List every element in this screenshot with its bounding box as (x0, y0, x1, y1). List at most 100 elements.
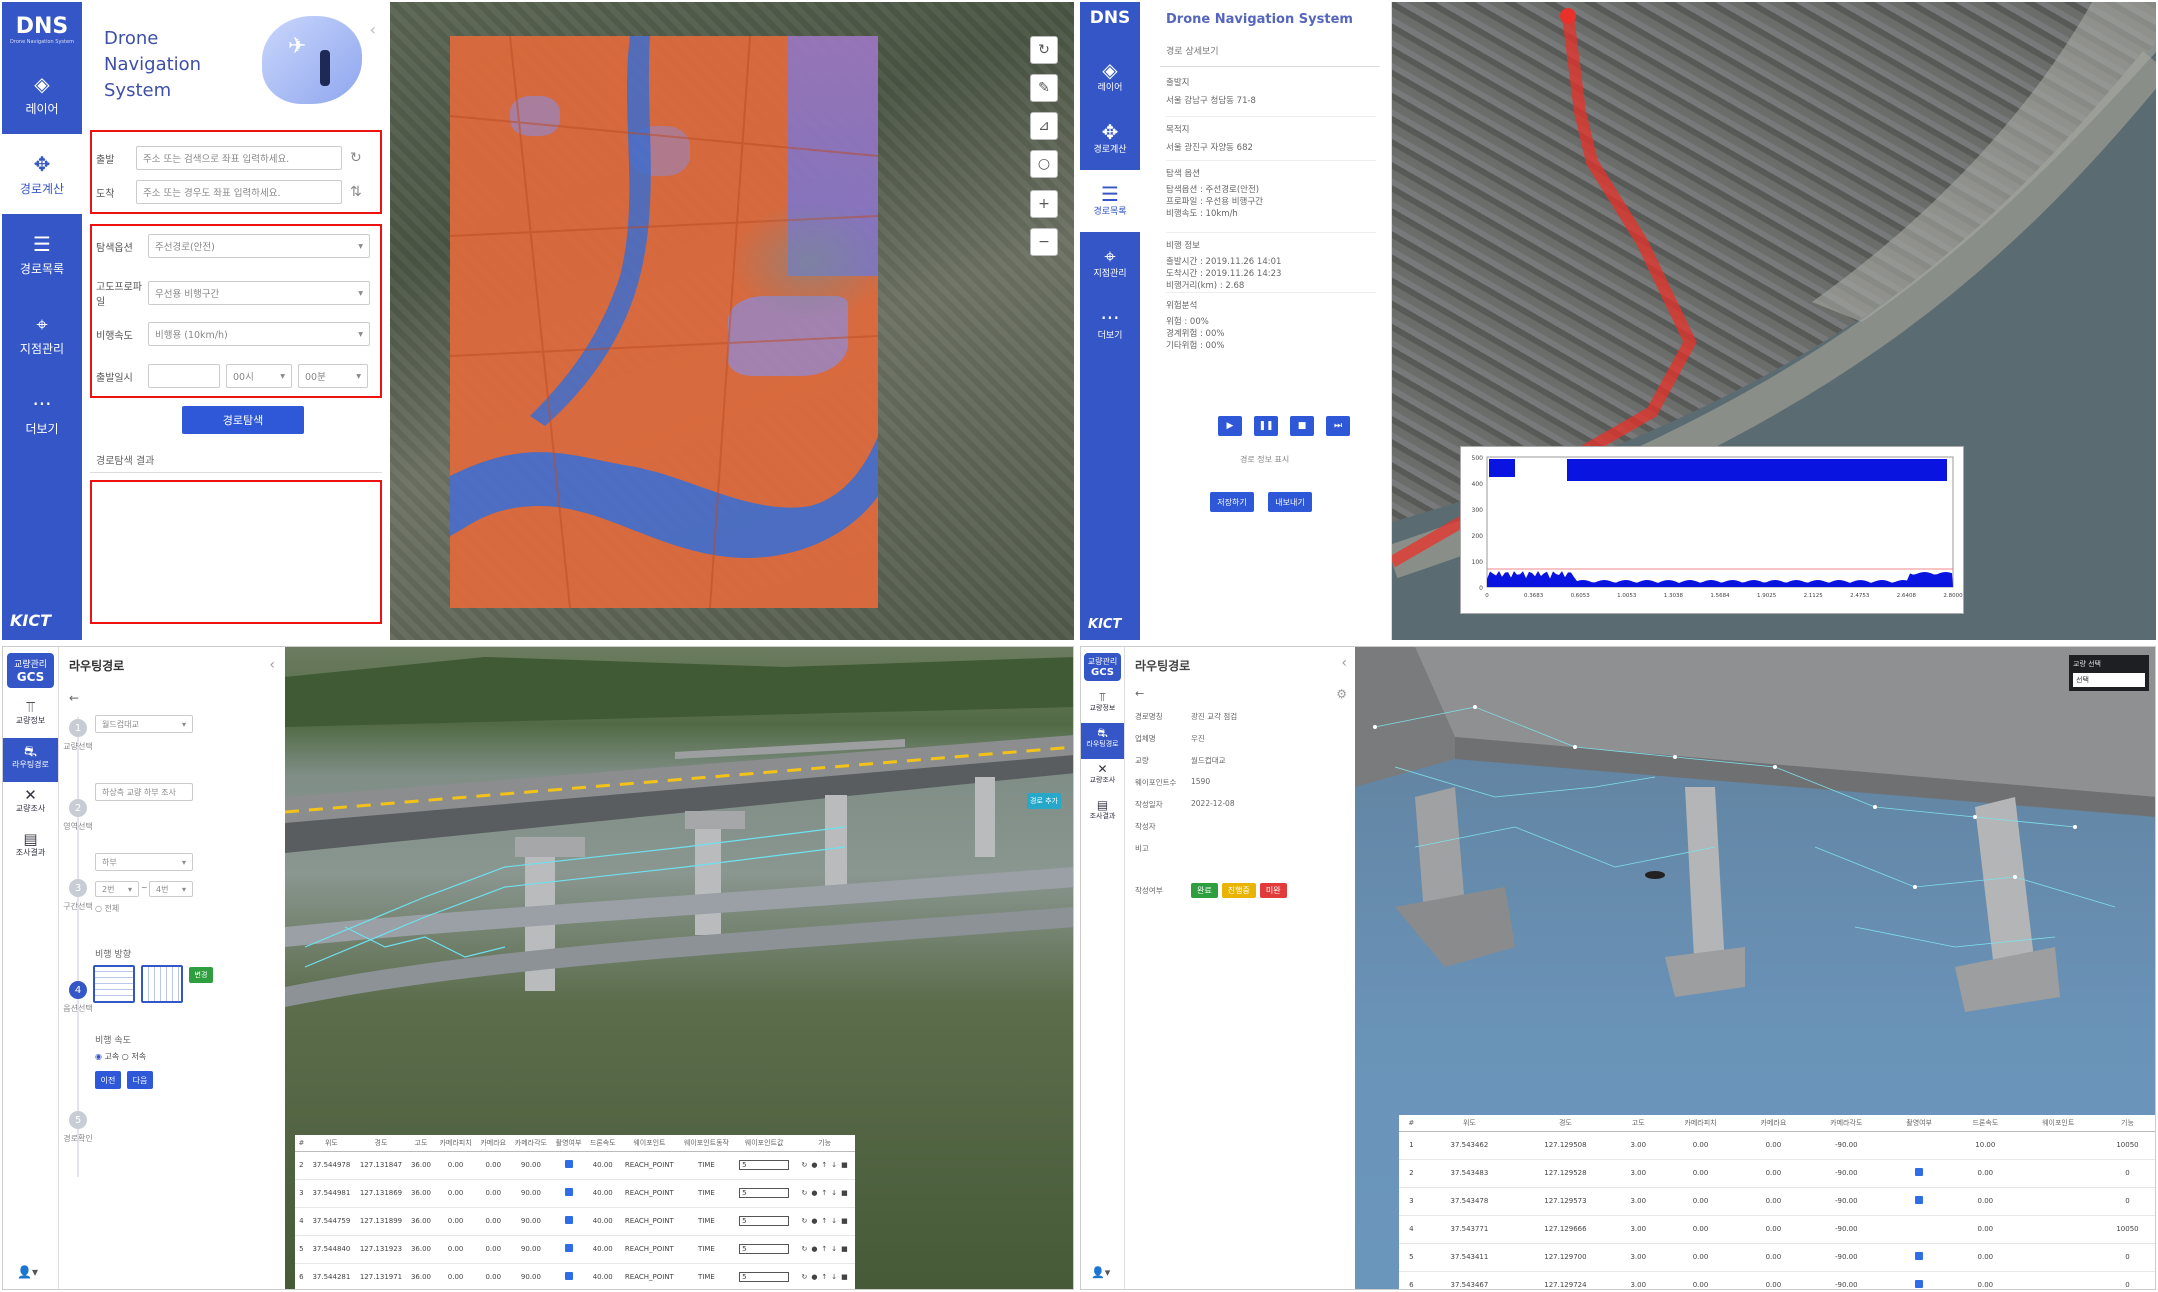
nav-item-bridge-info[interactable]: ⫪ 교량정보 (1081, 687, 1124, 723)
step-3[interactable]: 3 (69, 879, 87, 897)
table-row[interactable]: 3 37.543478 127.129573 3.00 0.00 0.00 -90.00 0.… (1399, 1187, 2155, 1216)
down-icon[interactable]: ↓ (831, 1245, 837, 1253)
add-route-button[interactable]: 경로 추가 (1027, 793, 1061, 809)
step-4[interactable]: 4 (69, 981, 87, 999)
q4-3d-bridge-view[interactable]: 교량 선택 선택 # 위도 경도 고도 카메라피치 카메라요 카메라각도 촬영여부 드론속도 웨이… (1355, 647, 2155, 1289)
zoom-out-icon[interactable]: − (1030, 228, 1058, 256)
nav-item-results[interactable]: ▤ 조사결과 (1081, 795, 1124, 831)
bridge-select-dropdown[interactable]: 선택 (2073, 673, 2145, 687)
direction-vertical-option[interactable] (141, 965, 183, 1003)
down-icon[interactable]: ↓ (831, 1217, 837, 1225)
nav-item-route-list[interactable]: ☰ 경로목록 (2, 214, 82, 294)
user-icon[interactable]: 👤▾ (17, 1265, 38, 1279)
skip-icon[interactable]: ⏭ (1326, 416, 1350, 436)
ruler-icon[interactable]: ✎ (1030, 74, 1058, 102)
delete-icon[interactable]: ■ (841, 1217, 848, 1225)
q3-3d-bridge-view[interactable]: 경로 추가 # 위도 경도 고도 카메라피치 카메라요 카메라각도 촬영여부 드론속도 웨이포인트… (285, 647, 1073, 1289)
export-button[interactable]: 내보내기 (1268, 492, 1312, 512)
camera-icon[interactable]: ● (811, 1273, 817, 1281)
nav-item-routing[interactable]: ⛐ 라우팅경로 (1081, 723, 1124, 759)
up-icon[interactable]: ↑ (821, 1161, 827, 1169)
circle-icon[interactable]: ○ (1030, 150, 1058, 178)
range-to-select[interactable]: 4번 ▾ (149, 881, 193, 897)
camera-icon[interactable]: ● (811, 1217, 817, 1225)
checkbox[interactable] (1915, 1196, 1924, 1204)
checkbox[interactable] (1915, 1280, 1924, 1288)
checkbox[interactable] (564, 1160, 573, 1168)
zoom-in-icon[interactable]: + (1030, 190, 1058, 218)
nav-item-bridge-info[interactable]: ⫪ 교량정보 (3, 694, 58, 738)
direction-horizontal-option[interactable] (93, 965, 135, 1003)
checkbox[interactable] (1915, 1252, 1924, 1260)
up-icon[interactable]: ↑ (821, 1217, 827, 1225)
stop-icon[interactable]: ■ (1290, 416, 1314, 436)
nav-item-results[interactable]: ▤ 조사결과 (3, 826, 58, 870)
q1-satellite-map[interactable]: ↻ ✎ ⊿ ○ + − (390, 2, 1074, 640)
refresh-icon[interactable]: ↻ (801, 1245, 807, 1253)
minute-select[interactable]: 00분 ▾ (298, 364, 368, 388)
table-row[interactable]: 5 37.544840 127.131923 36.00 0.00 0.00 90.00 40… (295, 1235, 855, 1264)
up-icon[interactable]: ↑ (821, 1189, 827, 1197)
back-arrow-icon[interactable]: ← (69, 691, 79, 705)
table-row[interactable]: 2 37.543483 127.129528 3.00 0.00 0.00 -90.00 0.… (1399, 1159, 2155, 1188)
arrive-input[interactable]: 주소 또는 경우도 좌표 입력하세요. (136, 180, 342, 204)
step-2[interactable]: 2 (69, 799, 87, 817)
nav-item-layer[interactable]: ◈ 레이어 (1080, 46, 1140, 108)
speed-radios[interactable]: ◉ 고속 ○ 저속 (95, 1051, 146, 1062)
waypoint-value-input[interactable]: 5 (739, 1216, 790, 1226)
refresh-icon[interactable]: ↻ (801, 1217, 807, 1225)
step-5[interactable]: 5 (69, 1111, 87, 1129)
range-from-select[interactable]: 2번 ▾ (95, 881, 139, 897)
checkbox[interactable] (564, 1188, 573, 1196)
status-badge-progress[interactable]: 진행중 (1221, 883, 1256, 898)
refresh-icon[interactable]: ↻ (801, 1189, 807, 1197)
table-row[interactable]: 2 37.544978 127.131847 36.00 0.00 0.00 90.00 40… (295, 1151, 855, 1180)
swap-icon[interactable]: ⇅ (350, 184, 362, 200)
status-badge-incomplete[interactable]: 미완 (1259, 883, 1287, 898)
nav-item-inspection[interactable]: ✕ 교량조사 (3, 782, 58, 826)
delete-icon[interactable]: ■ (841, 1245, 848, 1253)
bridge-select[interactable]: 월드컵대교 ▾ (95, 715, 193, 733)
settings-icon[interactable]: ⚙ (1336, 687, 1347, 701)
direction-change-button[interactable]: 변경 (189, 967, 213, 983)
prev-button[interactable]: 이전 (95, 1071, 121, 1089)
nav-item-route-calc[interactable]: ✥ 경로계산 (1080, 108, 1140, 170)
collapse-icon[interactable]: ‹ (269, 657, 275, 673)
hour-select[interactable]: 00시 ▾ (226, 364, 292, 388)
camera-icon[interactable]: ● (811, 1245, 817, 1253)
nav-item-layer[interactable]: ◈ 레이어 (2, 54, 82, 134)
refresh-icon[interactable]: ↻ (350, 150, 362, 166)
refresh-icon[interactable]: ↻ (801, 1273, 807, 1281)
profile-select[interactable]: 우선용 비행구간 ▾ (148, 281, 370, 305)
save-button[interactable]: 저장하기 (1210, 492, 1254, 512)
table-row[interactable]: 6 37.543467 127.129724 3.00 0.00 0.00 -90.00 0.… (1399, 1271, 2155, 1289)
table-row[interactable]: 4 37.544759 127.131899 36.00 0.00 0.00 90.00 40… (295, 1207, 855, 1236)
back-arrow-icon[interactable]: ← (1135, 687, 1144, 700)
waypoint-value-input[interactable]: 5 (739, 1160, 790, 1170)
next-button[interactable]: 다음 (127, 1071, 153, 1089)
play-icon[interactable]: ▶ (1218, 416, 1242, 436)
down-icon[interactable]: ↓ (831, 1161, 837, 1169)
option-select[interactable]: 주선경로(안전) ▾ (148, 234, 370, 258)
date-input[interactable] (148, 364, 220, 388)
up-icon[interactable]: ↑ (821, 1273, 827, 1281)
up-icon[interactable]: ↑ (821, 1245, 827, 1253)
area-input[interactable]: 하상측 교량 하부 조사 (95, 783, 193, 801)
area-icon[interactable]: ⊿ (1030, 112, 1058, 140)
checkbox[interactable] (564, 1272, 573, 1280)
refresh-icon[interactable]: ↻ (801, 1161, 807, 1169)
nav-item-routing[interactable]: ⛐ 라우팅경로 (3, 738, 58, 782)
pause-icon[interactable]: ❚❚ (1254, 416, 1278, 436)
range-all-radio[interactable]: ○ 전체 (95, 903, 119, 914)
nav-item-more[interactable]: ··· 더보기 (1080, 294, 1140, 356)
checkbox[interactable] (1915, 1168, 1924, 1176)
camera-icon[interactable]: ● (811, 1189, 817, 1197)
nav-item-more[interactable]: ··· 더보기 (2, 374, 82, 454)
nav-item-route-list[interactable]: ☰ 경로목록 (1080, 170, 1140, 232)
collapse-icon[interactable]: ‹ (370, 20, 376, 39)
table-row[interactable]: 1 37.543462 127.129508 3.00 0.00 0.00 -90.00 10… (1399, 1131, 2155, 1160)
nav-item-inspection[interactable]: ✕ 교량조사 (1081, 759, 1124, 795)
checkbox[interactable] (564, 1244, 573, 1252)
delete-icon[interactable]: ■ (841, 1189, 848, 1197)
nav-item-point-manage[interactable]: ⌖ 지점관리 (1080, 232, 1140, 294)
